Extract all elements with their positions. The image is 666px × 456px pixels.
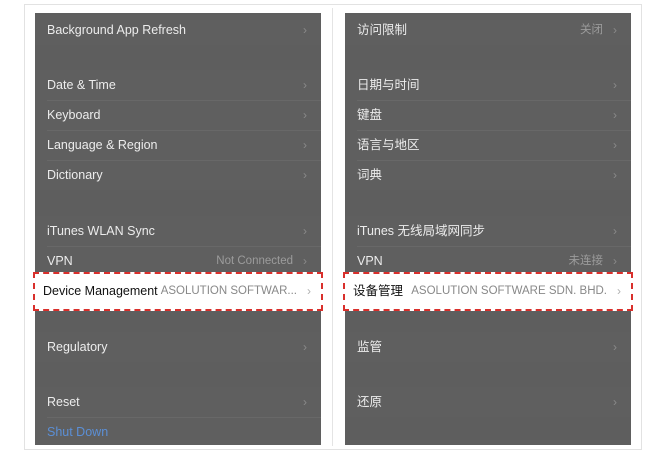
row-label: 还原 <box>357 395 383 409</box>
row-label: 设备管理 <box>353 284 404 298</box>
row-keyboard[interactable]: 键盘 › <box>345 100 631 130</box>
chevron-right-icon: › <box>303 395 307 409</box>
row-label: Date & Time <box>47 78 116 92</box>
row-supervision[interactable]: 监管 › <box>345 332 631 362</box>
chevron-right-icon: › <box>613 23 617 37</box>
row-value: 关闭 <box>580 24 603 36</box>
row-label: Background App Refresh <box>47 23 186 37</box>
chevron-right-icon: › <box>303 23 307 37</box>
panel-divider <box>332 8 333 446</box>
chevron-right-icon: › <box>303 340 307 354</box>
row-reset[interactable]: Reset › <box>35 387 321 417</box>
row-value: ASOLUTION SOFTWARE SDN. BHD. <box>411 285 607 297</box>
row-background-app-refresh[interactable]: Background App Refresh › <box>35 15 321 45</box>
chevron-right-icon: › <box>613 395 617 409</box>
row-restrictions[interactable]: 访问限制 关闭 › <box>345 15 631 45</box>
chevron-right-icon: › <box>613 78 617 92</box>
row-label: Reset <box>47 395 80 409</box>
chevron-right-icon: › <box>613 340 617 354</box>
row-value: ASOLUTION SOFTWAR... <box>160 285 297 297</box>
row-language-region[interactable]: 语言与地区 › <box>345 130 631 160</box>
row-label: Language & Region <box>47 138 158 152</box>
row-label: iTunes 无线局域网同步 <box>357 224 486 238</box>
chevron-right-icon: › <box>303 78 307 92</box>
chevron-right-icon: › <box>613 108 617 122</box>
row-label: 访问限制 <box>357 23 408 37</box>
row-shut-down[interactable]: Shut Down <box>35 417 321 445</box>
row-language-region[interactable]: Language & Region › <box>35 130 321 160</box>
chevron-right-icon: › <box>617 284 621 298</box>
chevron-right-icon: › <box>307 284 311 298</box>
settings-panel-english: Background App Refresh › Date & Time › K… <box>35 13 321 445</box>
row-regulatory[interactable]: Regulatory › <box>35 332 321 362</box>
row-date-time[interactable]: Date & Time › <box>35 70 321 100</box>
row-label: Regulatory <box>47 340 108 354</box>
row-label: Keyboard <box>47 108 101 122</box>
row-dictionary[interactable]: Dictionary › <box>35 160 321 190</box>
row-reset[interactable]: 还原 › <box>345 387 631 417</box>
device-management-row-highlighted-zh[interactable]: 设备管理 ASOLUTION SOFTWARE SDN. BHD. › <box>343 272 633 311</box>
chevron-right-icon: › <box>303 168 307 182</box>
chevron-right-icon: › <box>303 138 307 152</box>
row-label: 日期与时间 <box>357 78 420 92</box>
shut-down-link[interactable]: Shut Down <box>47 417 108 445</box>
row-itunes-wlan-sync[interactable]: iTunes WLAN Sync › <box>35 216 321 246</box>
row-label: iTunes WLAN Sync <box>47 224 155 238</box>
chevron-right-icon: › <box>303 108 307 122</box>
row-itunes-wlan-sync[interactable]: iTunes 无线局域网同步 › <box>345 216 631 246</box>
row-label: 键盘 <box>357 108 383 122</box>
chevron-right-icon: › <box>613 138 617 152</box>
row-date-time[interactable]: 日期与时间 › <box>345 70 631 100</box>
row-label: 语言与地区 <box>357 138 420 152</box>
row-label: Device Management <box>43 284 158 298</box>
chevron-right-icon: › <box>613 224 617 238</box>
device-management-row-highlighted[interactable]: Device Management ASOLUTION SOFTWAR... › <box>33 272 323 311</box>
row-keyboard[interactable]: Keyboard › <box>35 100 321 130</box>
chevron-right-icon: › <box>613 168 617 182</box>
row-label: Dictionary <box>47 168 103 182</box>
chevron-right-icon: › <box>303 224 307 238</box>
row-dictionary[interactable]: 词典 › <box>345 160 631 190</box>
row-label: 监管 <box>357 340 383 354</box>
settings-panel-chinese: 访问限制 关闭 › 日期与时间 › 键盘 › 语言与地区 › 词典 › iTun… <box>345 13 631 445</box>
row-label: 词典 <box>357 168 383 182</box>
